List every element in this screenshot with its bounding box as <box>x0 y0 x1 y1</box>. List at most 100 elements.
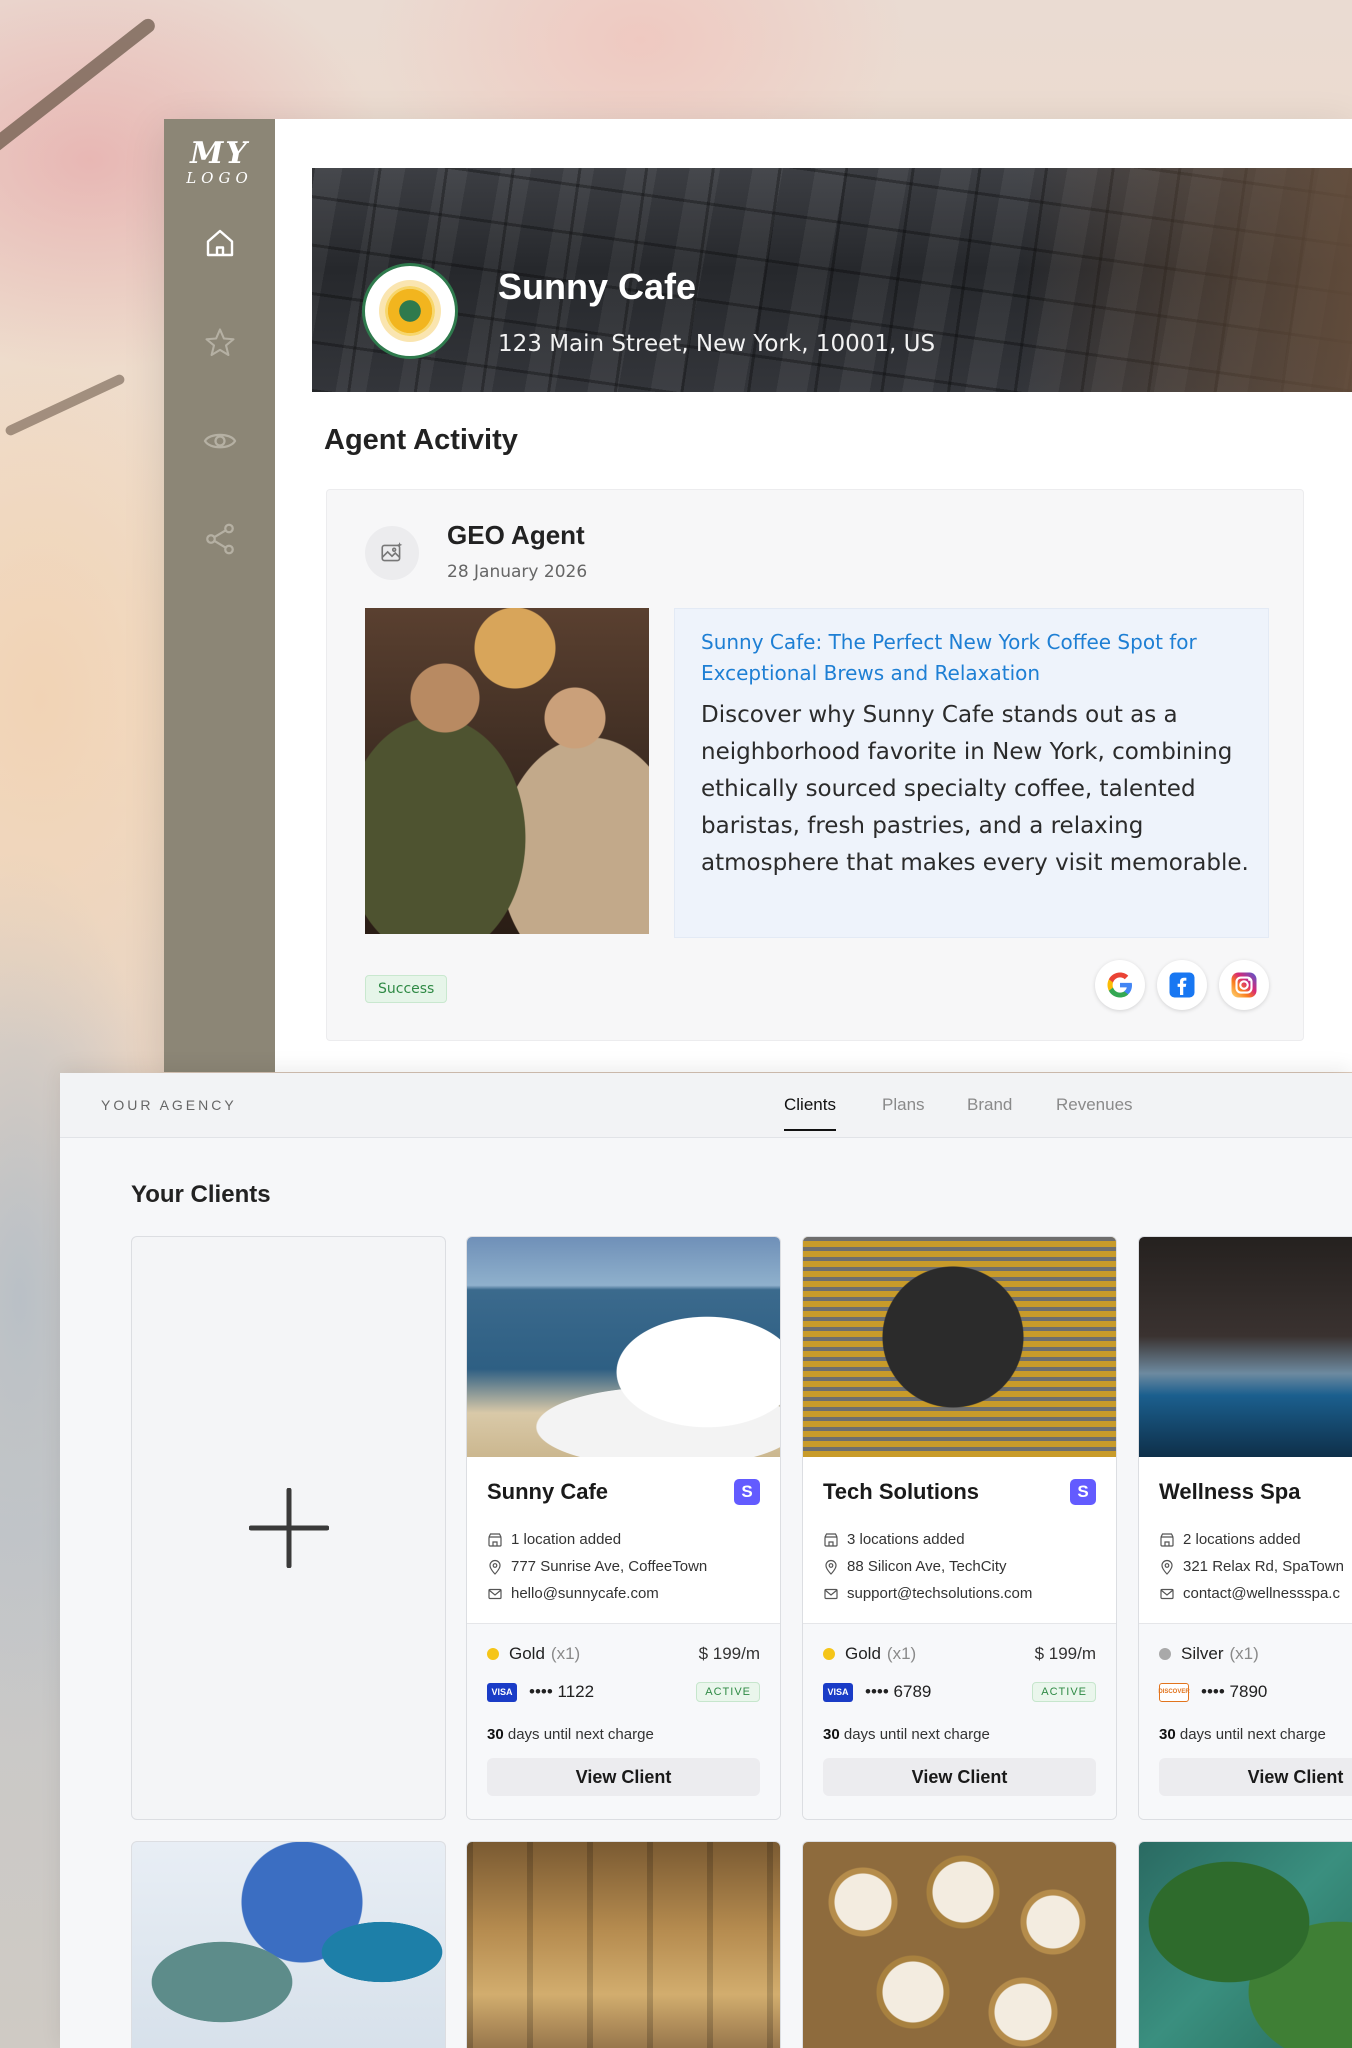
location-pin-icon <box>487 1559 503 1575</box>
client-locations-text: 2 locations added <box>1183 1531 1301 1548</box>
client-email-text: support@techsolutions.com <box>847 1585 1033 1602</box>
days-text: days until next charge <box>843 1726 990 1743</box>
activity-card: GEO Agent 28 January 2026 Sunny Cafe: Th… <box>326 489 1304 1041</box>
google-icon[interactable] <box>1095 960 1145 1010</box>
tab-brand[interactable]: Brand <box>967 1095 1012 1115</box>
plan-name: Gold <box>509 1644 545 1663</box>
view-client-button[interactable]: View Client <box>1159 1758 1352 1796</box>
view-client-button[interactable]: View Client <box>823 1758 1096 1796</box>
client-email-text: hello@sunnycafe.com <box>511 1585 659 1602</box>
client-billing: Gold (x1) $ 199/m VISA •••• 6789 ACTIVE … <box>803 1624 1116 1819</box>
brand-logo[interactable]: MY LOGO <box>186 139 253 186</box>
discover-card-icon: DISCOVER <box>1158 1682 1190 1702</box>
view-client-button[interactable]: View Client <box>487 1758 760 1796</box>
mail-icon <box>487 1586 503 1602</box>
business-logo <box>362 263 458 359</box>
client-locations: 2 locations added <box>1159 1531 1301 1548</box>
client-image <box>802 1841 1117 2048</box>
tab-clients[interactable]: Clients <box>784 1095 836 1131</box>
post-preview: Sunny Cafe: The Perfect New York Coffee … <box>674 608 1269 938</box>
star-icon[interactable] <box>199 322 241 364</box>
client-email: contact@wellnessspa.c <box>1159 1585 1340 1602</box>
store-icon <box>1159 1532 1175 1548</box>
card-last4: •••• 7890 <box>1201 1682 1268 1701</box>
client-card: Sunny Cafe S 1 location added 777 Sunris… <box>466 1236 781 1820</box>
eye-icon[interactable] <box>199 420 241 462</box>
client-address-text: 321 Relax Rd, SpaTown <box>1183 1558 1344 1575</box>
tab-plans[interactable]: Plans <box>882 1095 925 1115</box>
stripe-badge: S <box>734 1479 760 1505</box>
visa-card-icon: VISA <box>487 1682 517 1702</box>
plus-icon <box>248 1488 329 1568</box>
plan-dot-icon <box>1159 1648 1171 1660</box>
client-image <box>466 1841 781 2048</box>
agency-label: YOUR AGENCY <box>101 1097 237 1113</box>
payment-row: VISA •••• 1122 ACTIVE <box>487 1682 760 1702</box>
client-image <box>131 1841 446 2048</box>
plan-price: $ 199/m <box>698 1644 760 1663</box>
days-text: days until next charge <box>1179 1726 1326 1743</box>
agent-name: GEO Agent <box>447 520 585 550</box>
app-window: MY LOGO Sunny Cafe 123 Main Street, New … <box>164 119 1352 1072</box>
plan-row: Gold (x1) $ 199/m <box>823 1644 1096 1664</box>
background-branch <box>0 16 158 163</box>
tab-revenues[interactable]: Revenues <box>1056 1095 1133 1115</box>
days-count: 30 <box>823 1726 840 1743</box>
post-body: Discover why Sunny Cafe stands out as a … <box>701 702 1249 876</box>
days-count: 30 <box>1159 1726 1176 1743</box>
post-title-link[interactable]: Sunny Cafe: The Perfect New York Coffee … <box>701 627 1261 689</box>
client-image <box>803 1237 1116 1457</box>
client-locations-text: 3 locations added <box>847 1531 965 1548</box>
client-address: 88 Silicon Ave, TechCity <box>823 1558 1007 1575</box>
business-address: 123 Main Street, New York, 10001, US <box>498 331 936 357</box>
client-billing: Silver (x1) DISCOVER •••• 7890 30 days u… <box>1139 1624 1352 1819</box>
share-icon[interactable] <box>199 518 241 560</box>
client-card: Tech Solutions S 3 locations added 88 Si… <box>802 1236 1117 1820</box>
client-locations: 1 location added <box>487 1531 621 1548</box>
plan-qty: (x1) <box>886 1644 917 1663</box>
home-icon[interactable] <box>199 222 241 264</box>
facebook-icon[interactable] <box>1157 960 1207 1010</box>
plan-qty: (x1) <box>1229 1644 1259 1663</box>
business-name: Sunny Cafe <box>498 266 697 307</box>
client-name: Wellness Spa <box>1159 1479 1301 1504</box>
plan-dot-icon <box>487 1648 499 1660</box>
client-locations: 3 locations added <box>823 1531 965 1548</box>
sun-emblem-icon <box>385 286 435 336</box>
image-sparkle-icon <box>365 526 419 580</box>
client-email-text: contact@wellnessspa.c <box>1183 1585 1340 1602</box>
client-address-text: 88 Silicon Ave, TechCity <box>847 1558 1007 1575</box>
plan-row: Silver (x1) <box>1159 1644 1352 1664</box>
status-badge: ACTIVE <box>696 1682 760 1702</box>
next-charge: 30 days until next charge <box>823 1726 990 1743</box>
activity-date: 28 January 2026 <box>447 562 588 582</box>
client-image <box>1139 1237 1352 1457</box>
plan-name: Silver <box>1181 1644 1224 1663</box>
store-icon <box>823 1532 839 1548</box>
client-email: support@techsolutions.com <box>823 1585 1032 1602</box>
stripe-badge: S <box>1070 1479 1096 1505</box>
status-badge: Success <box>365 975 448 1003</box>
client-email: hello@sunnycafe.com <box>487 1585 659 1602</box>
agency-top-bar: YOUR AGENCY Clients Plans Brand Revenues <box>60 1073 1352 1138</box>
instagram-icon[interactable] <box>1219 960 1269 1010</box>
card-last4: •••• 1122 <box>529 1682 595 1701</box>
client-card: Wellness Spa 2 locations added 321 Relax… <box>1138 1236 1352 1820</box>
logo-line-1: MY <box>190 136 249 171</box>
add-client-button[interactable] <box>131 1236 446 1820</box>
store-icon <box>487 1532 503 1548</box>
section-title: Agent Activity <box>324 424 518 456</box>
client-image <box>1138 1841 1352 2048</box>
client-address: 321 Relax Rd, SpaTown <box>1159 1558 1344 1575</box>
client-image <box>467 1237 780 1457</box>
plan-price: $ 199/m <box>1034 1644 1096 1663</box>
client-address-text: 777 Sunrise Ave, CoffeeTown <box>511 1558 708 1575</box>
client-address: 777 Sunrise Ave, CoffeeTown <box>487 1558 707 1575</box>
plan-qty: (x1) <box>550 1644 581 1663</box>
client-locations-text: 1 location added <box>511 1531 622 1548</box>
mail-icon <box>1159 1586 1175 1602</box>
plan-name: Gold <box>845 1644 881 1663</box>
mail-icon <box>823 1586 839 1602</box>
payment-row: DISCOVER •••• 7890 <box>1158 1682 1352 1702</box>
visa-card-icon: VISA <box>823 1682 853 1702</box>
